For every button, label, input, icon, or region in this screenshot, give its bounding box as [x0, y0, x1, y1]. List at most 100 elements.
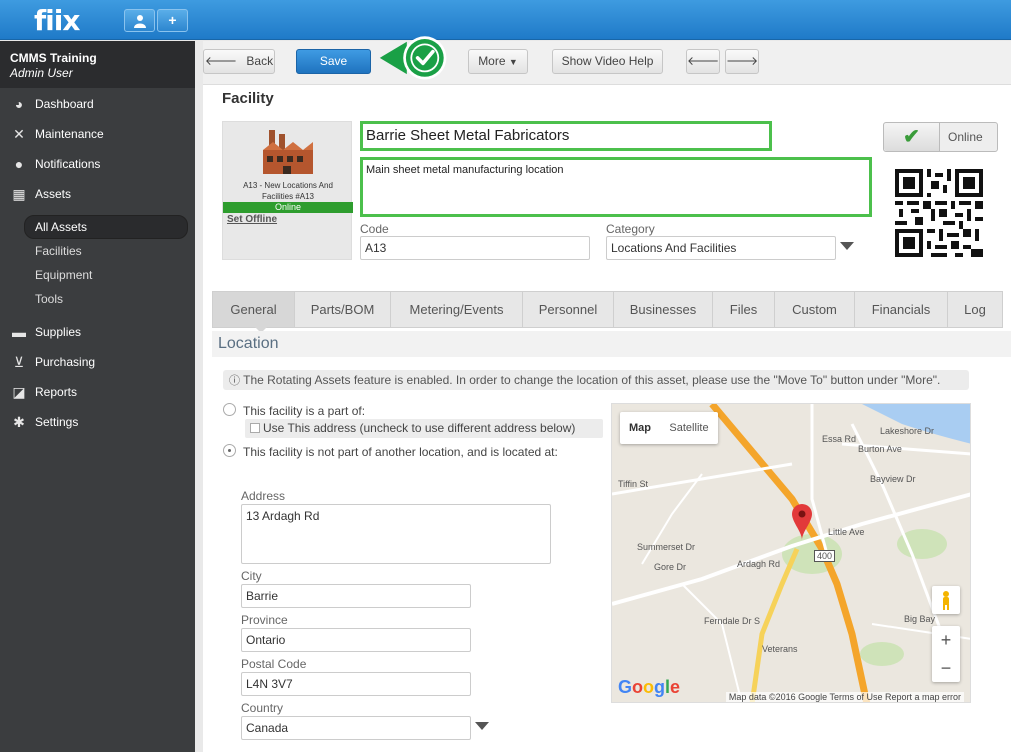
- sidebar-item-label: Dashboard: [35, 97, 94, 111]
- show-video-help-button[interactable]: Show Video Help: [552, 49, 663, 74]
- category-label: Category: [606, 222, 655, 236]
- factory-icon: [263, 130, 313, 174]
- tab-metering-events[interactable]: Metering/Events: [391, 292, 523, 327]
- location-section-header: Location: [212, 331, 1011, 357]
- online-toggle-label: Online: [948, 130, 983, 144]
- zoom-in-button[interactable]: +: [932, 626, 960, 654]
- user-icon: [133, 15, 146, 28]
- tab-businesses[interactable]: Businesses: [614, 292, 713, 327]
- postal-code-field[interactable]: L4N 3V7: [241, 672, 471, 696]
- sidebar-subitem-facilities[interactable]: Facilities: [35, 240, 82, 262]
- postal-code-label: Postal Code: [241, 657, 307, 671]
- tab-financials[interactable]: Financials: [855, 292, 948, 327]
- sidebar-item-maintenance[interactable]: ✕ Maintenance: [0, 122, 195, 146]
- tab-custom[interactable]: Custom: [775, 292, 855, 327]
- org-header: CMMS Training Admin User: [0, 41, 195, 88]
- use-address-checkbox[interactable]: [250, 423, 260, 433]
- sidebar-item-notifications[interactable]: ● Notifications: [0, 152, 195, 176]
- tab-parts-bom[interactable]: Parts/BOM: [295, 292, 391, 327]
- online-toggle[interactable]: ✔ Online: [883, 122, 998, 152]
- info-message: ⓘ The Rotating Assets feature is enabled…: [223, 370, 969, 390]
- use-address-checkbox-row[interactable]: Use This address (uncheck to use differe…: [245, 419, 603, 438]
- sidebar-item-label: Notifications: [35, 157, 101, 171]
- map-label: Ferndale Dr S: [704, 616, 761, 626]
- highway-shield: 400: [814, 550, 836, 562]
- image-caption: A13 - New Locations And Facilities #A13: [243, 181, 333, 201]
- address-field[interactable]: 13 Ardagh Rd: [241, 504, 551, 564]
- top-bar: fiix +: [0, 0, 1011, 40]
- code-field[interactable]: A13: [360, 236, 590, 260]
- sidebar-item-label: Maintenance: [35, 127, 104, 141]
- tab-personnel[interactable]: Personnel: [523, 292, 614, 327]
- sidebar-item-label: Supplies: [35, 325, 82, 339]
- map-label: Ardagh Rd: [737, 559, 781, 569]
- google-logo: Google: [618, 677, 681, 697]
- fiix-logo[interactable]: fiix: [34, 4, 80, 37]
- status-badge: Online: [223, 202, 353, 213]
- part-of-label: This facility is a part of:: [243, 404, 366, 418]
- chevron-down-icon[interactable]: [475, 722, 489, 730]
- chart-icon: ◪: [12, 384, 26, 400]
- sidebar-item-dashboard[interactable]: ◕ Dashboard: [0, 92, 195, 116]
- asset-name-field[interactable]: Barrie Sheet Metal Fabricators: [360, 121, 772, 151]
- province-field[interactable]: Ontario: [241, 628, 471, 652]
- city-field[interactable]: Barrie: [241, 584, 471, 608]
- sidebar-subitem-equipment[interactable]: Equipment: [35, 264, 92, 286]
- sidebar-item-purchasing[interactable]: ⊻ Purchasing: [0, 350, 195, 374]
- map-label: Lakeshore Dr: [880, 426, 935, 436]
- sidebar-subitem-tools[interactable]: Tools: [35, 288, 63, 310]
- check-icon: ✔: [884, 123, 940, 151]
- street-view-pegman-icon[interactable]: [932, 586, 960, 614]
- map-label: Gore Dr: [654, 562, 687, 572]
- map-footer[interactable]: Map data ©2016 Google Terms of Use Repor…: [725, 692, 964, 702]
- sidebar-item-supplies[interactable]: ▬ Supplies: [0, 320, 195, 344]
- caret-down-icon: ▼: [508, 57, 518, 67]
- prev-record-button[interactable]: 🡐: [686, 49, 720, 74]
- back-button[interactable]: 🡐 Back: [203, 49, 275, 74]
- wrench-icon: ✕: [13, 126, 25, 142]
- sidebar-item-label: Reports: [35, 385, 78, 399]
- arrow-left-icon: 🡐: [204, 54, 238, 68]
- save-button[interactable]: Save: [296, 49, 371, 74]
- country-label: Country: [241, 701, 284, 715]
- arrow-left-icon: 🡐: [687, 54, 720, 68]
- back-label: Back: [246, 54, 274, 68]
- sidebar: CMMS Training Admin User ◕ Dashboard ✕ M…: [0, 41, 195, 752]
- set-offline-link[interactable]: Set Offline: [227, 214, 277, 225]
- tab-general[interactable]: General: [213, 292, 295, 327]
- map-label: Burton Ave: [858, 444, 902, 454]
- sidebar-subitem-all-assets[interactable]: All Assets: [35, 216, 87, 238]
- chat-icon: ●: [14, 156, 24, 172]
- sidebar-item-assets[interactable]: ▦ Assets: [0, 182, 195, 206]
- more-button[interactable]: More ▼: [468, 49, 528, 74]
- location-map[interactable]: Lakeshore Dr Burton Ave Tiffin St Essa R…: [611, 403, 971, 703]
- next-record-button[interactable]: 🡒: [725, 49, 759, 74]
- sidebar-item-settings[interactable]: ✱ Settings: [0, 410, 195, 434]
- tab-files[interactable]: Files: [713, 292, 775, 327]
- toolbar: 🡐 Back Save More ▼ Show Video Help 🡐 🡒: [203, 41, 1011, 85]
- sidebar-item-reports[interactable]: ◪ Reports: [0, 380, 195, 404]
- part-of-radio[interactable]: [223, 403, 236, 416]
- sidebar-item-label: Assets: [35, 187, 72, 201]
- map-type-satellite-button[interactable]: Satellite: [660, 412, 718, 444]
- user-button[interactable]: [124, 9, 155, 32]
- page-title: Facility: [222, 90, 274, 107]
- arrow-right-icon: 🡒: [726, 54, 759, 68]
- map-label: Bayview Dr: [870, 474, 916, 484]
- map-zoom-control: + −: [932, 626, 960, 682]
- asset-description-field[interactable]: Main sheet metal manufacturing location: [360, 157, 872, 217]
- not-part-of-label: This facility is not part of another loc…: [243, 445, 558, 459]
- map-type-map-button[interactable]: Map: [620, 412, 660, 444]
- save-checkmark-callout-icon: [379, 36, 447, 80]
- category-select[interactable]: Locations And Facilities: [606, 236, 836, 260]
- more-label: More: [478, 54, 506, 68]
- add-button[interactable]: +: [157, 9, 188, 32]
- chevron-down-icon[interactable]: [840, 242, 854, 250]
- tab-log[interactable]: Log: [948, 292, 1002, 327]
- zoom-out-button[interactable]: −: [932, 654, 960, 682]
- address-label: Address: [241, 489, 286, 503]
- map-label: Essa Rd: [822, 434, 857, 444]
- not-part-of-radio[interactable]: [223, 444, 236, 457]
- city-label: City: [241, 569, 262, 583]
- country-select[interactable]: Canada: [241, 716, 471, 740]
